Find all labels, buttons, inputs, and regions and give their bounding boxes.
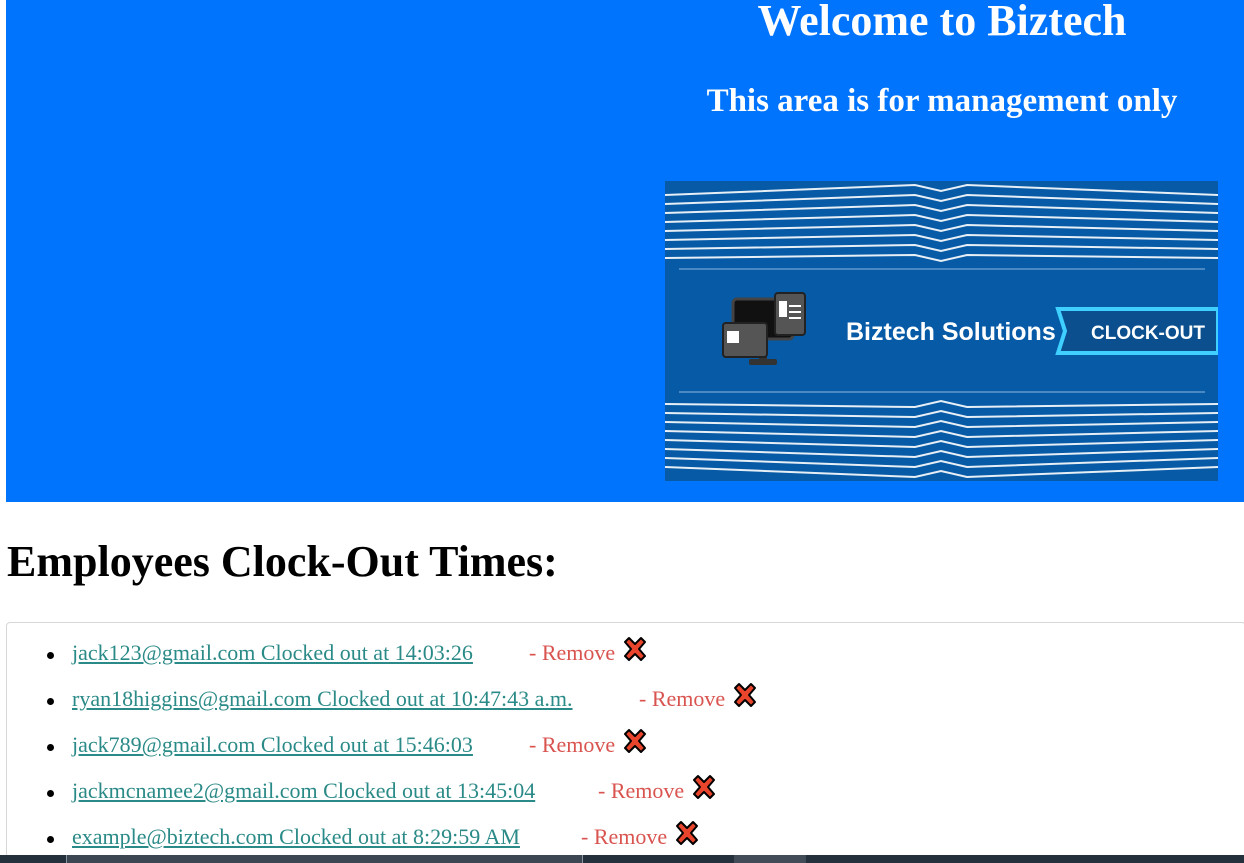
list-item: example@biztech.com Clocked out at 8:29:… [7, 814, 1207, 850]
bullet [47, 744, 54, 751]
remove-button[interactable]: - Remove [581, 820, 701, 850]
list-item: jack123@gmail.com Clocked out at 14:03:2… [7, 630, 1207, 666]
section-title: Employees Clock-Out Times: [7, 537, 558, 586]
bullet [47, 652, 54, 659]
close-x-icon[interactable] [690, 774, 718, 802]
list-item: jack789@gmail.com Clocked out at 15:46:0… [7, 722, 1207, 758]
banner-graphic: Biztech Solutions CLOCK-OUT [665, 181, 1218, 481]
remove-label: - Remove [598, 778, 685, 803]
page-subtitle: This area is for management only [706, 83, 1178, 119]
close-x-icon[interactable] [673, 820, 701, 848]
list-item: jackmcnamee2@gmail.com Clocked out at 13… [7, 768, 1207, 804]
remove-button[interactable]: - Remove [639, 682, 759, 712]
bullet [47, 836, 54, 843]
page: Welcome to Biztech This area is for mana… [0, 0, 1244, 863]
bullet [47, 698, 54, 705]
clock-out-list: jack123@gmail.com Clocked out at 14:03:2… [6, 622, 1244, 858]
remove-label: - Remove [639, 686, 726, 711]
clock-out-entry-link[interactable]: jackmcnamee2@gmail.com Clocked out at 13… [72, 778, 535, 804]
taskbar-segment [734, 855, 806, 863]
clock-out-entry-link[interactable]: ryan18higgins@gmail.com Clocked out at 1… [72, 686, 573, 712]
banner-clock-out-label: CLOCK-OUT [1091, 323, 1205, 344]
remove-label: - Remove [529, 732, 616, 757]
close-x-icon[interactable] [621, 728, 649, 756]
clock-out-entry-link[interactable]: jack789@gmail.com Clocked out at 15:46:0… [72, 732, 473, 758]
bullet [47, 790, 54, 797]
page-title: Welcome to Biztech [757, 0, 1127, 45]
taskbar-strip [0, 855, 1244, 863]
remove-label: - Remove [581, 824, 668, 849]
close-x-icon[interactable] [731, 682, 759, 710]
taskbar-segment [66, 855, 583, 863]
clock-out-entry-link[interactable]: jack123@gmail.com Clocked out at 14:03:2… [72, 640, 473, 666]
biztech-banner-image: Biztech Solutions CLOCK-OUT [665, 181, 1218, 481]
remove-button[interactable]: - Remove [598, 774, 718, 804]
close-x-icon[interactable] [621, 636, 649, 664]
banner-company-name: Biztech Solutions [846, 318, 1056, 346]
remove-label: - Remove [529, 640, 616, 665]
remove-button[interactable]: - Remove [529, 728, 649, 758]
list-item: ryan18higgins@gmail.com Clocked out at 1… [7, 676, 1207, 712]
clock-out-entry-link[interactable]: example@biztech.com Clocked out at 8:29:… [72, 824, 520, 850]
remove-button[interactable]: - Remove [529, 636, 649, 666]
